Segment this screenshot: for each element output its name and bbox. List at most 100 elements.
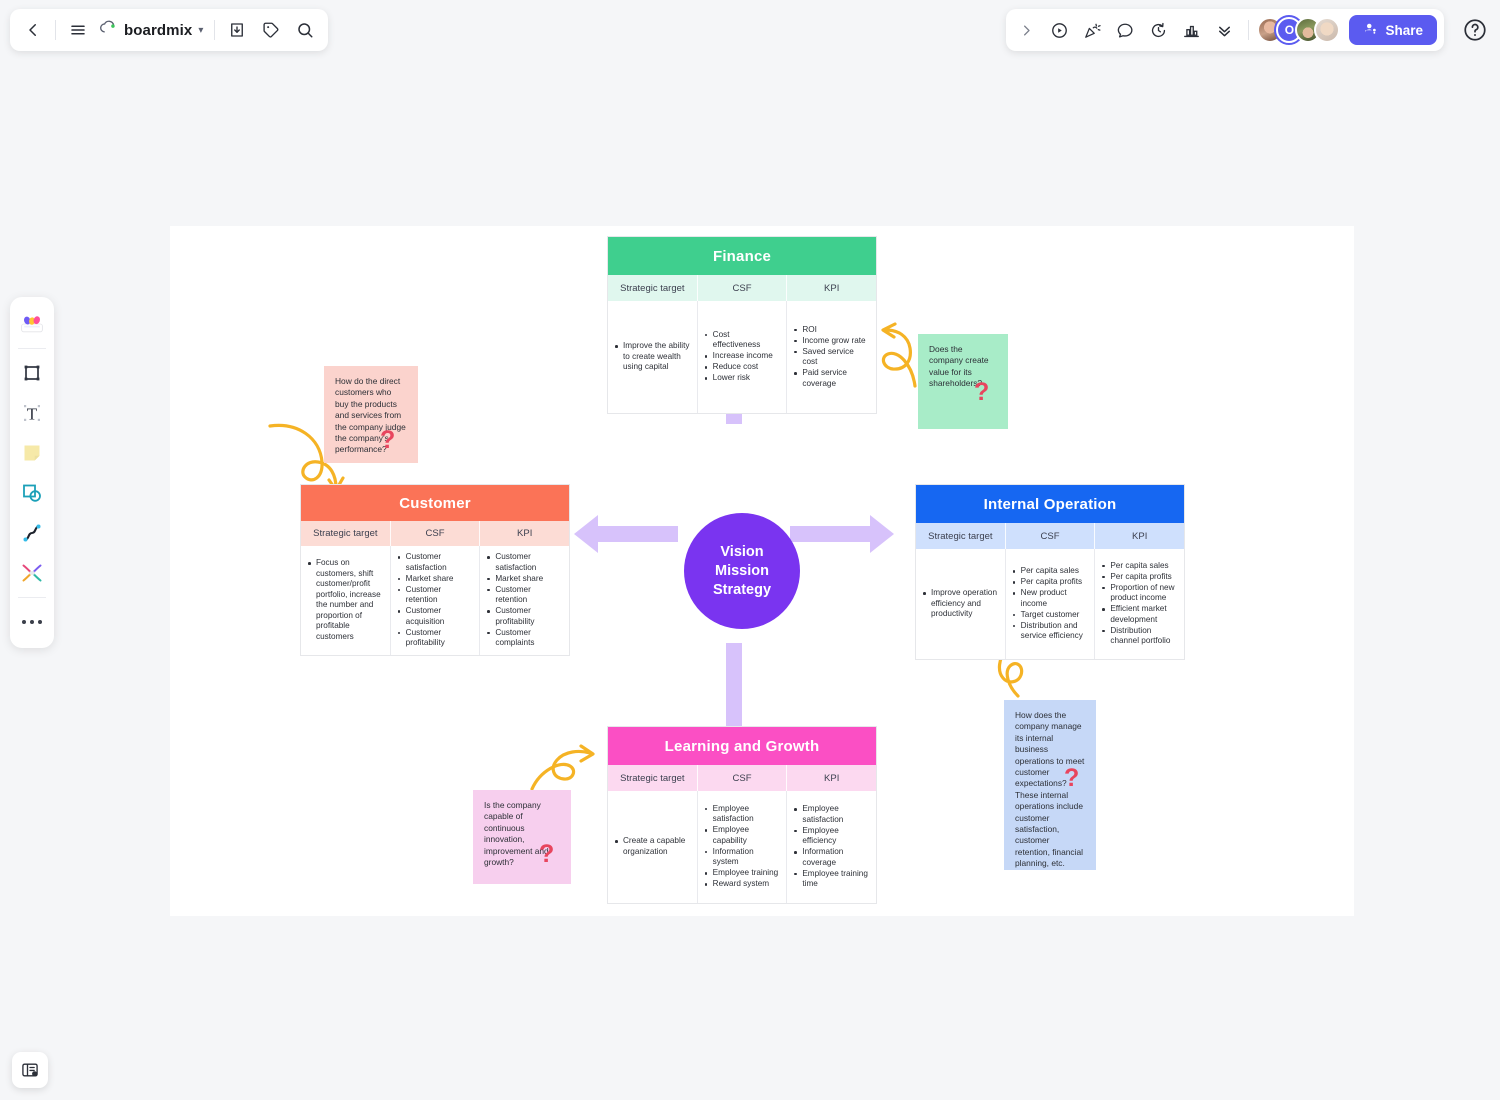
list-item: Improve the ability to create wealth usi… bbox=[613, 341, 690, 373]
help-icon[interactable] bbox=[1462, 17, 1488, 43]
perspective-column-headers: Strategic target CSF KPI bbox=[301, 521, 569, 546]
pen-tool-icon[interactable] bbox=[14, 513, 50, 553]
list-item: Customer profitability bbox=[396, 628, 473, 649]
celebrate-icon[interactable] bbox=[1076, 14, 1108, 46]
board-panel-button[interactable] bbox=[12, 1052, 48, 1088]
list-item: Customer retention bbox=[396, 585, 473, 606]
list-item: Proportion of new product income bbox=[1100, 583, 1177, 604]
vision-mission-strategy-hub[interactable]: Vision Mission Strategy bbox=[684, 513, 800, 629]
list-item: Employee capability bbox=[703, 825, 780, 846]
cell-csf: Per capita sales Per capita profits New pr… bbox=[1006, 549, 1096, 659]
divider bbox=[18, 348, 46, 349]
question-mark-icon: ? bbox=[380, 426, 396, 454]
share-button[interactable]: Share bbox=[1349, 15, 1437, 45]
sticky-note-internal-operation-question[interactable]: How does the company manage its internal… bbox=[1004, 700, 1096, 870]
list-item: Increase income bbox=[703, 351, 780, 362]
menu-icon[interactable] bbox=[61, 13, 95, 47]
board-title-menu[interactable]: boardmix ▾ bbox=[95, 13, 209, 47]
sticky-note-tool-icon[interactable] bbox=[14, 433, 50, 473]
list-item: Improve operation efficiency and product… bbox=[921, 588, 998, 620]
top-right-toolbar: O Share bbox=[1006, 9, 1444, 51]
list-item: Customer satisfaction bbox=[396, 552, 473, 573]
present-icon[interactable] bbox=[1043, 14, 1075, 46]
timer-icon[interactable] bbox=[1142, 14, 1174, 46]
list-item: Customer retention bbox=[485, 585, 562, 606]
list-item: Market share bbox=[485, 574, 562, 585]
column-header-strategic-target: Strategic target bbox=[916, 523, 1006, 549]
chevron-down-icon: ▾ bbox=[198, 24, 204, 36]
perspective-table-finance[interactable]: Finance Strategic target CSF KPI Improve… bbox=[607, 236, 877, 414]
share-label: Share bbox=[1385, 22, 1423, 38]
list-item: Employee efficiency bbox=[792, 826, 869, 847]
list-item: Customer complaints bbox=[485, 628, 562, 649]
list-item: Per capita profits bbox=[1011, 577, 1088, 588]
export-icon[interactable] bbox=[220, 13, 254, 47]
sticky-note-learning-question[interactable]: Is the company capable of continuous inn… bbox=[473, 790, 571, 884]
cell-kpi: Per capita sales Per capita profits Propor… bbox=[1095, 549, 1184, 659]
cell-strategic-target: Create a capable organization bbox=[608, 791, 698, 903]
comment-icon[interactable] bbox=[1109, 14, 1141, 46]
column-header-csf: CSF bbox=[1006, 523, 1096, 549]
perspective-title: Learning and Growth bbox=[608, 727, 876, 765]
list-item: Employee satisfaction bbox=[792, 804, 869, 825]
column-header-csf: CSF bbox=[391, 521, 481, 546]
list-item: New product income bbox=[1011, 588, 1088, 609]
frame-tool-icon[interactable] bbox=[14, 353, 50, 393]
sticky-note-finance-question[interactable]: Does the company create value for its sh… bbox=[918, 334, 1008, 429]
tag-icon[interactable] bbox=[254, 13, 288, 47]
perspective-table-internal-operation[interactable]: Internal Operation Strategic target CSF … bbox=[915, 484, 1185, 660]
more-tools-icon[interactable] bbox=[14, 602, 50, 642]
text-tool-icon[interactable]: T bbox=[14, 393, 50, 433]
column-header-strategic-target: Strategic target bbox=[608, 765, 698, 791]
expand-panel-icon[interactable] bbox=[1010, 14, 1042, 46]
question-mark-icon: ? bbox=[539, 840, 555, 868]
more-options-icon[interactable] bbox=[1208, 14, 1240, 46]
cell-csf: Cost effectiveness Increase income Reduce … bbox=[698, 301, 788, 413]
vote-chart-icon[interactable] bbox=[1175, 14, 1207, 46]
connector-tool-icon[interactable] bbox=[14, 553, 50, 593]
share-person-icon bbox=[1363, 21, 1378, 39]
perspective-column-headers: Strategic target CSF KPI bbox=[916, 523, 1184, 549]
list-item: Employee training bbox=[703, 868, 780, 879]
list-item: Per capita sales bbox=[1100, 561, 1177, 572]
list-item: Customer satisfaction bbox=[485, 552, 562, 573]
list-item: ROI bbox=[792, 325, 869, 336]
list-item: Customer profitability bbox=[485, 606, 562, 627]
hub-line-1: Vision bbox=[720, 543, 764, 560]
cell-strategic-target: Focus on customers, shift customer/profi… bbox=[301, 546, 391, 655]
perspective-table-learning-and-growth[interactable]: Learning and Growth Strategic target CSF… bbox=[607, 726, 877, 904]
column-header-kpi: KPI bbox=[824, 772, 840, 784]
list-item: Focus on customers, shift customer/profi… bbox=[306, 558, 383, 642]
divider bbox=[18, 597, 46, 598]
collaborator-avatars[interactable]: O bbox=[1257, 17, 1341, 43]
avatar[interactable] bbox=[1314, 17, 1341, 43]
perspective-column-headers: Strategic target CSF KPI bbox=[608, 275, 876, 301]
column-header-kpi: KPI bbox=[517, 528, 533, 540]
perspective-column-headers: Strategic target CSF KPI bbox=[608, 765, 876, 791]
back-button[interactable] bbox=[16, 13, 50, 47]
list-item: Income grow rate bbox=[792, 336, 869, 347]
list-item: Market share bbox=[396, 574, 473, 585]
column-header-kpi: KPI bbox=[824, 282, 840, 294]
list-item: Cost effectiveness bbox=[703, 330, 780, 351]
column-header-strategic-target: Strategic target bbox=[301, 521, 391, 546]
question-mark-icon: ? bbox=[1064, 764, 1080, 792]
perspective-table-customer[interactable]: Customer Strategic target CSF KPI Focus … bbox=[300, 484, 570, 656]
list-item: Information coverage bbox=[792, 847, 869, 868]
sticky-note-customer-question[interactable]: How do the direct customers who buy the … bbox=[324, 366, 418, 463]
list-item: Information system bbox=[703, 847, 780, 868]
cell-csf: Customer satisfaction Market share Custome… bbox=[391, 546, 481, 655]
list-item: Per capita sales bbox=[1011, 566, 1088, 577]
avatar-initial: O bbox=[1284, 23, 1295, 37]
cell-kpi: Customer satisfaction Market share Custome… bbox=[480, 546, 569, 655]
search-icon[interactable] bbox=[288, 13, 322, 47]
template-library-icon[interactable] bbox=[14, 304, 50, 344]
left-tool-rail: T bbox=[10, 297, 54, 648]
list-item: Target customer bbox=[1011, 610, 1088, 621]
list-item: Distribution channel portfolio bbox=[1100, 626, 1177, 647]
shape-tool-icon[interactable] bbox=[14, 473, 50, 513]
app-root: Vision Mission Strategy Finance Strategi… bbox=[0, 0, 1500, 1100]
divider bbox=[55, 20, 56, 40]
question-mark-icon: ? bbox=[974, 378, 990, 406]
list-item: Reward system bbox=[703, 879, 780, 890]
